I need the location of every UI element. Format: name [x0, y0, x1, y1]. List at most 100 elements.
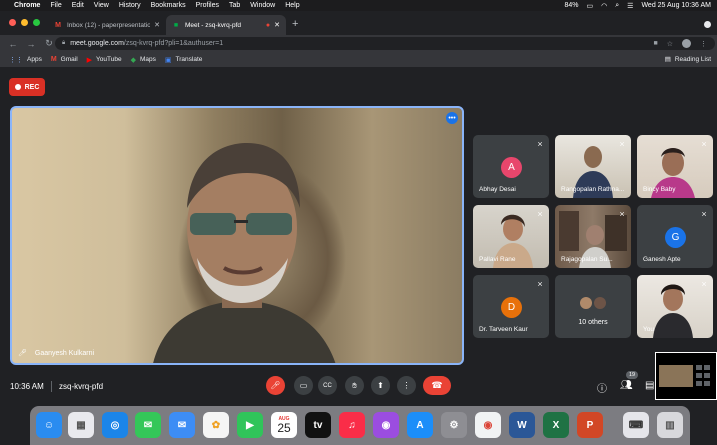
main-speaker-video[interactable]: ••• 🎤︎ Gaanyesh Kulkarni — [10, 106, 464, 365]
minimize-window-icon[interactable] — [21, 19, 28, 26]
powerpoint-icon[interactable]: P — [577, 412, 603, 438]
zoom-window-icon[interactable] — [33, 19, 40, 26]
close-window-icon[interactable] — [9, 19, 16, 26]
participant-name: Rajagopalan Su... — [561, 256, 613, 263]
menu-view[interactable]: View — [94, 2, 109, 9]
chat-icon[interactable]: ▤ — [645, 380, 654, 391]
menu-bookmarks[interactable]: Bookmarks — [151, 2, 186, 9]
menu-history[interactable]: History — [119, 2, 141, 9]
mic-off-icon: ⨯ — [619, 141, 625, 148]
meeting-code: zsq-kvrq-pfd — [59, 382, 104, 391]
thumbnail-cell — [696, 381, 702, 386]
recording-badge: REC — [9, 78, 45, 96]
lock-icon[interactable]: 🔒︎ — [62, 40, 65, 47]
captions-button[interactable]: CC — [318, 376, 337, 395]
photos-icon[interactable]: ✿ — [203, 412, 229, 438]
tab-gmail[interactable]: M Inbox (12) - paperpresentation ✕ — [48, 15, 166, 35]
keyboard-viewer-icon[interactable]: ⌨ — [623, 412, 649, 438]
close-tab-icon[interactable]: ✕ — [154, 21, 160, 29]
menu-tab[interactable]: Tab — [229, 2, 240, 9]
messages-icon[interactable]: ✉ — [135, 412, 161, 438]
profile-avatar-icon[interactable] — [682, 39, 691, 48]
participant-tile[interactable]: ⨯ Pallavi Rane — [473, 205, 549, 268]
wifi-icon[interactable]: ◠ — [601, 2, 607, 10]
reload-icon[interactable]: ↻ — [44, 38, 54, 49]
main-speaker-name: Gaanyesh Kulkarni — [34, 349, 95, 357]
more-options-button[interactable]: ⋮ — [397, 376, 416, 395]
meeting-info-icon[interactable]: ⓘ — [597, 380, 607, 395]
menu-file[interactable]: File — [50, 2, 61, 9]
safari-icon[interactable]: ◎ — [102, 412, 128, 438]
mic-off-icon: 🎤︎ — [18, 350, 27, 357]
menu-window[interactable]: Window — [250, 2, 275, 9]
bookmark-label: Translate — [175, 56, 203, 63]
finder-icon[interactable]: ☺ — [36, 412, 62, 438]
camera-permission-icon[interactable]: ■ — [653, 40, 657, 47]
screen-thumbnail — [655, 352, 717, 400]
meeting-time: 10:36 AM — [10, 382, 44, 391]
launchpad-icon[interactable]: ▦ — [68, 412, 94, 438]
podcasts-icon[interactable]: ◉ — [373, 412, 399, 438]
excel-icon[interactable]: X — [543, 412, 569, 438]
menu-profiles[interactable]: Profiles — [196, 2, 219, 9]
more-options-icon[interactable]: ⋮ — [700, 40, 707, 48]
thumbnail-cell — [696, 365, 702, 370]
participant-tile[interactable]: ⨯ Bincy Baby — [637, 135, 713, 198]
participant-name: Abhay Desai — [479, 186, 516, 193]
bookmark-apps[interactable]: ⋮⋮ Apps — [9, 56, 42, 64]
participant-tile[interactable]: A ⨯ Abhay Desai — [473, 135, 549, 198]
bookmark-maps[interactable]: ◆ Maps — [131, 56, 156, 64]
chrome-icon[interactable]: ◉ — [475, 412, 501, 438]
close-tab-icon[interactable]: ✕ — [274, 21, 280, 29]
menu-extras: 84% ▭ ◠ ⌕ ☰ Wed 25 Aug 10:36 AM — [565, 0, 712, 11]
word-icon[interactable]: W — [509, 412, 535, 438]
thumbnail-main — [659, 365, 693, 387]
bookmark-label: YouTube — [96, 56, 122, 63]
calendar-icon[interactable]: AUG 25 — [271, 412, 297, 438]
music-icon[interactable]: ♫ — [339, 412, 365, 438]
speaking-indicator-icon: ••• — [446, 112, 458, 124]
trash-icon[interactable]: ▥ — [657, 412, 683, 438]
maps-icon: ◆ — [130, 56, 136, 64]
tab-meet[interactable]: ■ Meet - zsq-kvrq-pfd ● ✕ — [166, 15, 286, 35]
menu-app-name[interactable]: Chrome — [14, 2, 40, 9]
forward-icon[interactable]: → — [26, 39, 36, 49]
bookmark-gmail[interactable]: M Gmail — [51, 56, 78, 63]
present-screen-button[interactable]: ⬆ — [371, 376, 390, 395]
new-tab-icon[interactable]: + — [292, 18, 298, 30]
bookmark-youtube[interactable]: ▶ YouTube — [87, 56, 122, 64]
bookmark-translate[interactable]: ▣ Translate — [165, 56, 202, 64]
app-store-icon[interactable]: A — [407, 412, 433, 438]
bookmark-star-icon[interactable]: ☆ — [667, 40, 673, 48]
self-tile[interactable]: ⨯ You — [637, 275, 713, 338]
apple-tv-icon[interactable]: tv — [305, 412, 331, 438]
mic-toggle-button[interactable]: 🎤︎ — [266, 376, 285, 395]
control-center-icon[interactable]: ☰ — [627, 2, 633, 10]
people-icon[interactable]: 👥︎ — [620, 380, 633, 391]
participant-tile[interactable]: ⨯ Rajagopalan Su... — [555, 205, 631, 268]
menu-help[interactable]: Help — [285, 2, 299, 9]
menu-datetime[interactable]: Wed 25 Aug 10:36 AM — [641, 2, 711, 9]
more-vert-icon: ⋮ — [402, 381, 411, 390]
address-bar[interactable]: 🔒︎ meet.google.com /zsq-kvrq-pfd?pli=1&a… — [55, 37, 715, 50]
others-tile[interactable]: 10 others — [555, 275, 631, 338]
reading-list-button[interactable]: ▤ Reading List — [665, 55, 711, 64]
system-preferences-icon[interactable]: ⚙ — [441, 412, 467, 438]
participant-tile[interactable]: ⨯ Rangopalan Rathna... — [555, 135, 631, 198]
mail-icon[interactable]: ✉ — [169, 412, 195, 438]
tab-search-icon[interactable] — [704, 21, 711, 28]
leave-call-button[interactable]: ☎︎ — [423, 376, 451, 395]
participant-tile[interactable]: D ⨯ Dr. Tarveen Kaur — [473, 275, 549, 338]
back-icon[interactable]: ← — [8, 39, 18, 49]
participant-tile[interactable]: G ⨯ Ganesh Apte — [637, 205, 713, 268]
menu-edit[interactable]: Edit — [72, 2, 84, 9]
facetime-icon[interactable]: ▶ — [237, 412, 263, 438]
browser-toolbar: ← → ↻ 🔒︎ meet.google.com /zsq-kvrq-pfd?p… — [0, 35, 717, 52]
raise-hand-button[interactable]: ✋︎ — [345, 376, 364, 395]
battery-icon[interactable]: ▭ — [587, 2, 594, 10]
url-host: meet.google.com — [70, 40, 124, 47]
spotlight-search-icon[interactable]: ⌕ — [615, 2, 619, 10]
camera-toggle-button[interactable]: ▭ — [294, 376, 313, 395]
recording-indicator-icon: ● — [265, 21, 271, 29]
apps-grid-icon: ⋮⋮ — [9, 56, 23, 64]
